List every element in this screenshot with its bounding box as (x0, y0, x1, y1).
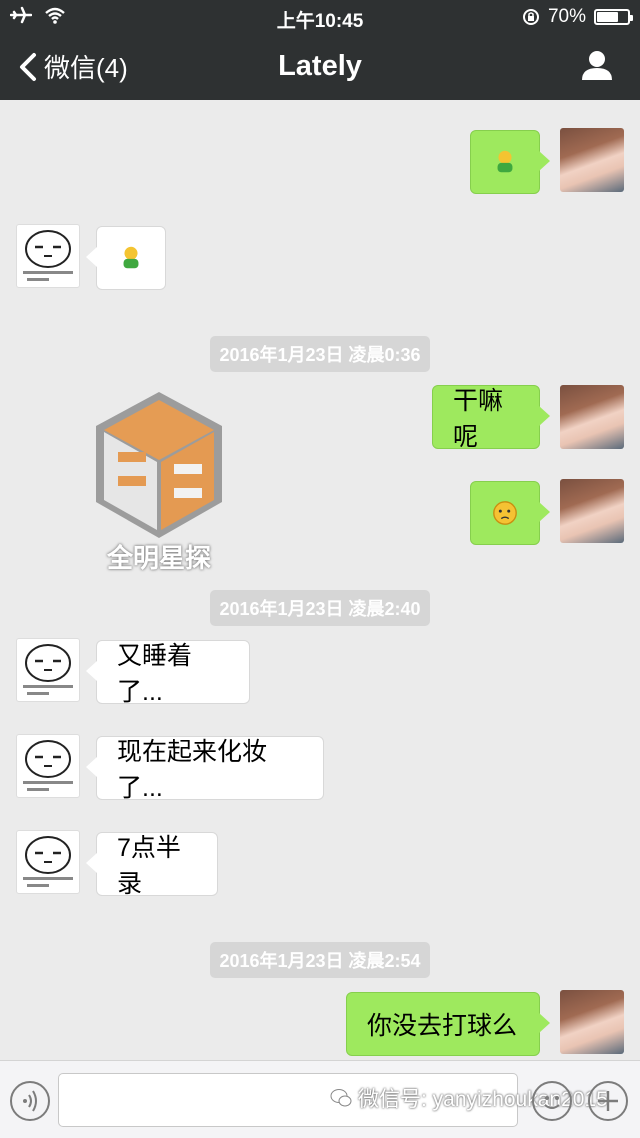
status-right: 70% (522, 6, 633, 28)
cube-logo-icon (96, 392, 222, 538)
contact-avatar[interactable] (16, 638, 80, 702)
timestamp: 2016年1月23日 凌晨2:54 (0, 942, 640, 978)
battery-percent: 70% (547, 6, 586, 27)
watermark-logo: 全明星探 (94, 390, 224, 580)
message-bubble[interactable]: 现在起来化妆了... (86, 736, 324, 802)
nav-bar: 微信(4) Lately (0, 34, 640, 100)
watermark-text: 全明星探 (106, 543, 211, 573)
my-avatar[interactable] (560, 128, 624, 192)
message-text: 干嘛呢 (453, 387, 504, 451)
meme-face-icon (23, 230, 73, 281)
message-bubble[interactable] (470, 481, 550, 545)
message-text: 又睡着了... (117, 642, 193, 706)
my-avatar[interactable] (560, 990, 624, 1054)
green-figure-emoji-icon (123, 246, 139, 269)
more-button[interactable] (588, 1081, 628, 1121)
contact-avatar[interactable] (16, 224, 80, 288)
meme-face-icon (23, 740, 73, 791)
message-bubble[interactable] (86, 226, 166, 290)
input-bar: 微信号: yanyizhoukan2015 (0, 1060, 640, 1138)
green-figure-emoji-icon (497, 150, 513, 173)
smiley-icon (544, 1096, 560, 1109)
voice-button[interactable] (10, 1081, 50, 1121)
message-bubble[interactable]: 你没去打球么 (346, 992, 550, 1056)
message-text: 你没去打球么 (367, 1012, 518, 1040)
voice-icon (23, 1090, 37, 1112)
message-bubble[interactable]: 干嘛呢 (432, 385, 550, 451)
rotation-lock-icon (522, 9, 539, 25)
top-bar: 上午10:45 70% 微信(4) Lately (0, 0, 640, 100)
meme-face-icon (23, 644, 73, 695)
battery-icon (594, 9, 633, 25)
chat-area[interactable]: 2016年1月23日 凌晨0:36 干嘛呢 全明星探 2016年1月23日 凌晨… (0, 100, 640, 1060)
profile-icon[interactable] (580, 48, 614, 82)
my-avatar[interactable] (560, 385, 624, 449)
meme-face-icon (23, 836, 73, 887)
wechat-logo-icon (330, 1089, 352, 1107)
message-bubble[interactable]: 7点半录 (86, 832, 218, 898)
status-bar: 上午10:45 70% (0, 0, 640, 34)
plus-icon (598, 1091, 618, 1111)
timestamp: 2016年1月23日 凌晨2:40 (0, 590, 640, 626)
message-bubble[interactable] (470, 130, 550, 194)
message-text: 现在起来化妆了... (117, 738, 268, 802)
question-face-emoji-icon (493, 501, 517, 525)
contact-avatar[interactable] (16, 734, 80, 798)
emoji-button[interactable] (532, 1081, 572, 1121)
contact-avatar[interactable] (16, 830, 80, 894)
my-avatar[interactable] (560, 479, 624, 543)
chat-title: Lately (278, 50, 362, 82)
timestamp: 2016年1月23日 凌晨0:36 (0, 336, 640, 372)
message-text: 7点半录 (117, 834, 181, 898)
message-bubble[interactable]: 又睡着了... (86, 640, 250, 706)
